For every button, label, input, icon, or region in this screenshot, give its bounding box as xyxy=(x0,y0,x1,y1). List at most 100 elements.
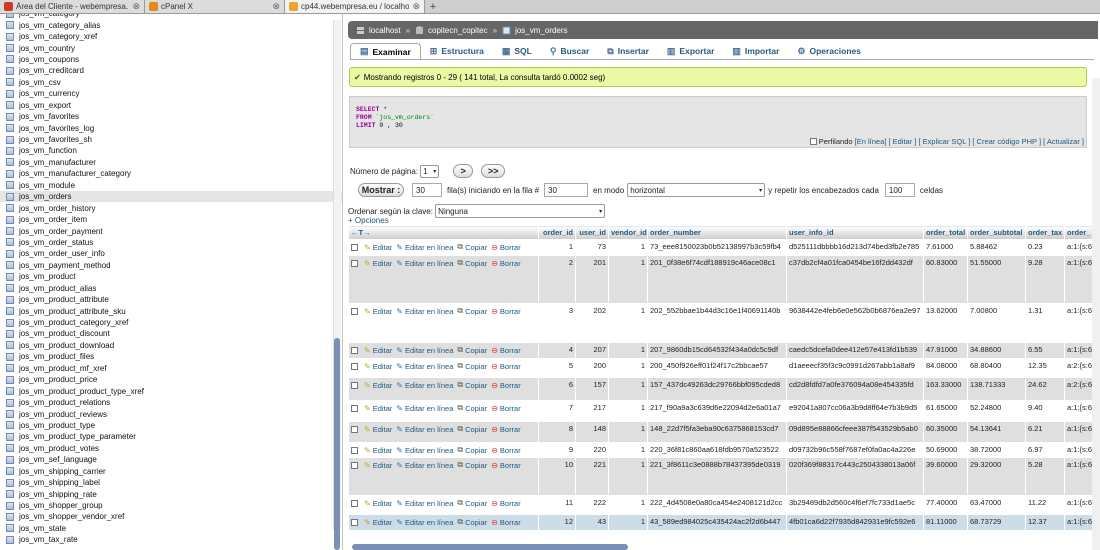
sidebar-table-item[interactable]: jos_vm_product_votes xyxy=(0,443,342,454)
cell-order_subtotal[interactable]: 63.47000 xyxy=(967,495,1026,515)
row-checkbox[interactable] xyxy=(351,518,358,526)
sidebar-table-item[interactable]: jos_vm_product_attribute xyxy=(0,294,342,305)
cell-vendor_id[interactable]: 1 xyxy=(608,377,648,401)
cell-vendor_id[interactable]: 1 xyxy=(608,358,648,378)
delete-link[interactable]: ⊖ Borrar xyxy=(491,499,521,508)
tab-insertar[interactable]: ⧉ Insertar xyxy=(598,43,658,59)
edit-link[interactable]: ✎ Editar xyxy=(364,243,392,252)
edit-link[interactable]: ✎ Editar xyxy=(364,307,392,316)
sidebar-table-item[interactable]: jos_vm_shipping_carrier xyxy=(0,466,342,477)
cell-order_total[interactable]: 13.62000 xyxy=(923,303,968,343)
copy-link[interactable]: ⧉ Copiar xyxy=(457,345,487,355)
copy-link[interactable]: ⧉ Copiar xyxy=(457,498,487,508)
sidebar-table-item[interactable]: jos_vm_module xyxy=(0,180,342,191)
breadcrumb-table[interactable]: jos_vm_orders xyxy=(515,26,567,35)
copy-link[interactable]: ⧉ Copiar xyxy=(457,380,487,390)
cell-order_subtotal[interactable]: 52.24800 xyxy=(967,400,1026,422)
sidebar-table-item[interactable]: jos_vm_shopper_group xyxy=(0,500,342,511)
inline-edit-link[interactable]: ✎ Editar en línea xyxy=(396,243,453,252)
tab-importar[interactable]: ▥ Importar xyxy=(723,43,788,59)
cell-order_id[interactable]: 6 xyxy=(538,377,576,401)
edit-link[interactable]: ✎ Editar xyxy=(364,425,392,434)
cell-user_info_id[interactable]: caedc5dcefa0dee412e57e413fd1b539 xyxy=(786,342,924,359)
edit-link[interactable]: ✎ Editar xyxy=(364,259,392,268)
new-tab-button[interactable]: + xyxy=(425,0,441,13)
sidebar-table-item[interactable]: jos_vm_category_xref xyxy=(0,31,342,42)
cell-order_total[interactable]: 163.33000 xyxy=(923,377,968,401)
sidebar-table-item[interactable]: jos_vm_product_mf_xref xyxy=(0,363,342,374)
row-checkbox[interactable] xyxy=(351,404,358,412)
table-row[interactable]: ✎ Editar ✎ Editar en línea ⧉ Copiar ⊖ Borrar 7 21… xyxy=(348,400,1098,422)
browser-tab[interactable]: Área del Cliente - webempresa. ⊗ xyxy=(0,0,145,13)
copy-link[interactable]: ⧉ Copiar xyxy=(457,242,487,252)
table-row[interactable]: ✎ Editar ✎ Editar en línea ⧉ Copiar ⊖ Borrar 2 20… xyxy=(348,255,1098,304)
copy-link[interactable]: ⧉ Copiar xyxy=(457,258,487,268)
refresh-link[interactable]: [ Actualizar ] xyxy=(1043,137,1084,146)
next-page-button[interactable]: > xyxy=(453,164,474,178)
sidebar-table-item[interactable]: jos_vm_order_item xyxy=(0,214,342,225)
cell-order_id[interactable]: 3 xyxy=(538,303,576,343)
inline-edit-link[interactable]: ✎ Editar en línea xyxy=(396,362,453,371)
horizontal-scrollbar-thumb[interactable] xyxy=(352,544,628,550)
sidebar-table-item[interactable]: jos_vm_csv xyxy=(0,77,342,88)
cell-order_subtotal[interactable]: 51.55000 xyxy=(967,255,1026,304)
sidebar-table-item[interactable]: jos_vm_coupons xyxy=(0,54,342,65)
column-header-order_id[interactable]: order_id xyxy=(538,225,576,240)
copy-link[interactable]: ⧉ Copiar xyxy=(457,460,487,470)
sidebar-table-item[interactable]: jos_vm_product_product_type_xref xyxy=(0,385,342,396)
cell-order_number[interactable]: 217_f90a9a3c639d6e22094d2e6a01a7 xyxy=(647,400,787,422)
copy-link[interactable]: ⧉ Copiar xyxy=(457,424,487,434)
inline-edit-link[interactable]: ✎ Editar en línea xyxy=(396,307,453,316)
cell-vendor_id[interactable]: 1 xyxy=(608,239,648,256)
create-php-link[interactable]: [ Crear código PHP ] xyxy=(972,137,1041,146)
cell-user_info_id[interactable]: cd2d8fdfd7a0fe376094a08e454335fd xyxy=(786,377,924,401)
column-header-user_id[interactable]: user_id xyxy=(575,225,609,240)
tab-sql[interactable]: ▦ SQL xyxy=(493,43,541,59)
cell-user_info_id[interactable]: 9638442e4feb6e0e562b0b6876ea2e97 xyxy=(786,303,924,343)
cell-order_tax[interactable]: 6.55 xyxy=(1025,342,1065,359)
delete-link[interactable]: ⊖ Borrar xyxy=(491,243,521,252)
browser-tab[interactable]: cp44.webempresa.eu / localhos…⊗ xyxy=(285,0,425,13)
cell-order_number[interactable]: 202_552bbae1b44d3c16e1f40691140b xyxy=(647,303,787,343)
close-tab-icon[interactable]: ⊗ xyxy=(272,1,280,12)
sidebar-table-item[interactable]: jos_vm_product_download xyxy=(0,340,342,351)
sidebar-table-item[interactable]: jos_vm_shipping_rate xyxy=(0,488,342,499)
column-header-order_tax[interactable]: order_tax xyxy=(1025,225,1065,240)
column-header-vendor_id[interactable]: vendor_id xyxy=(608,225,648,240)
cell-order_tax[interactable]: 5.28 xyxy=(1025,457,1065,496)
cell-user_info_id[interactable]: d1aeeecf35f3c9c0991d267abb1a8af9 xyxy=(786,358,924,378)
sidebar-table-item[interactable]: jos_vm_shipping_label xyxy=(0,477,342,488)
column-header-order_total[interactable]: order_total xyxy=(923,225,968,240)
sidebar-table-item[interactable]: jos_vm_product_type_parameter xyxy=(0,431,342,442)
cell-order_id[interactable]: 8 xyxy=(538,421,576,443)
copy-link[interactable]: ⧉ Copiar xyxy=(457,403,487,413)
sidebar-table-item[interactable]: jos_vm_favorites_log xyxy=(0,122,342,133)
cell-order_id[interactable]: 12 xyxy=(538,514,576,531)
explain-sql-link[interactable]: [ Explicar SQL ] xyxy=(918,137,970,146)
cell-order_total[interactable]: 7.61000 xyxy=(923,239,968,256)
cell-user_info_id[interactable]: 4fb01ca6d22f7935d842931e9fc592e6 xyxy=(786,514,924,531)
inline-edit-link[interactable]: ✎ Editar en línea xyxy=(396,404,453,413)
sidebar-table-item[interactable]: jos_vm_favorites_sh xyxy=(0,134,342,145)
inline-edit-link[interactable]: ✎ Editar en línea xyxy=(396,425,453,434)
breadcrumb-server[interactable]: localhost xyxy=(369,26,401,35)
inline-edit-link[interactable]: ✎ Editar en línea xyxy=(396,499,453,508)
cell-order_total[interactable]: 60.35000 xyxy=(923,421,968,443)
table-row[interactable]: ✎ Editar ✎ Editar en línea ⧉ Copiar ⊖ Borrar 12 4… xyxy=(348,514,1098,531)
table-row[interactable]: ✎ Editar ✎ Editar en línea ⧉ Copiar ⊖ Borrar 8 14… xyxy=(348,421,1098,443)
delete-link[interactable]: ⊖ Borrar xyxy=(491,425,521,434)
edit-link[interactable]: ✎ Editar xyxy=(364,404,392,413)
cell-order_total[interactable]: 50.69000 xyxy=(923,442,968,458)
cell-user_id[interactable]: 73 xyxy=(575,239,609,256)
cell-order_id[interactable]: 2 xyxy=(538,255,576,304)
cell-vendor_id[interactable]: 1 xyxy=(608,442,648,458)
column-header-order_number[interactable]: order_number xyxy=(647,225,787,240)
inline-edit-link[interactable]: ✎ Editar en línea xyxy=(396,518,453,527)
cell-order_tax[interactable]: 0.23 xyxy=(1025,239,1065,256)
close-tab-icon[interactable]: ⊗ xyxy=(412,1,420,12)
tab-operaciones[interactable]: ⚙ Operaciones xyxy=(788,43,870,59)
row-checkbox[interactable] xyxy=(351,307,358,315)
copy-link[interactable]: ⧉ Copiar xyxy=(457,517,487,527)
cell-order_tax[interactable]: 1.31 xyxy=(1025,303,1065,343)
cell-user_info_id[interactable]: 020f369f88317c443c2504338013a06f xyxy=(786,457,924,496)
